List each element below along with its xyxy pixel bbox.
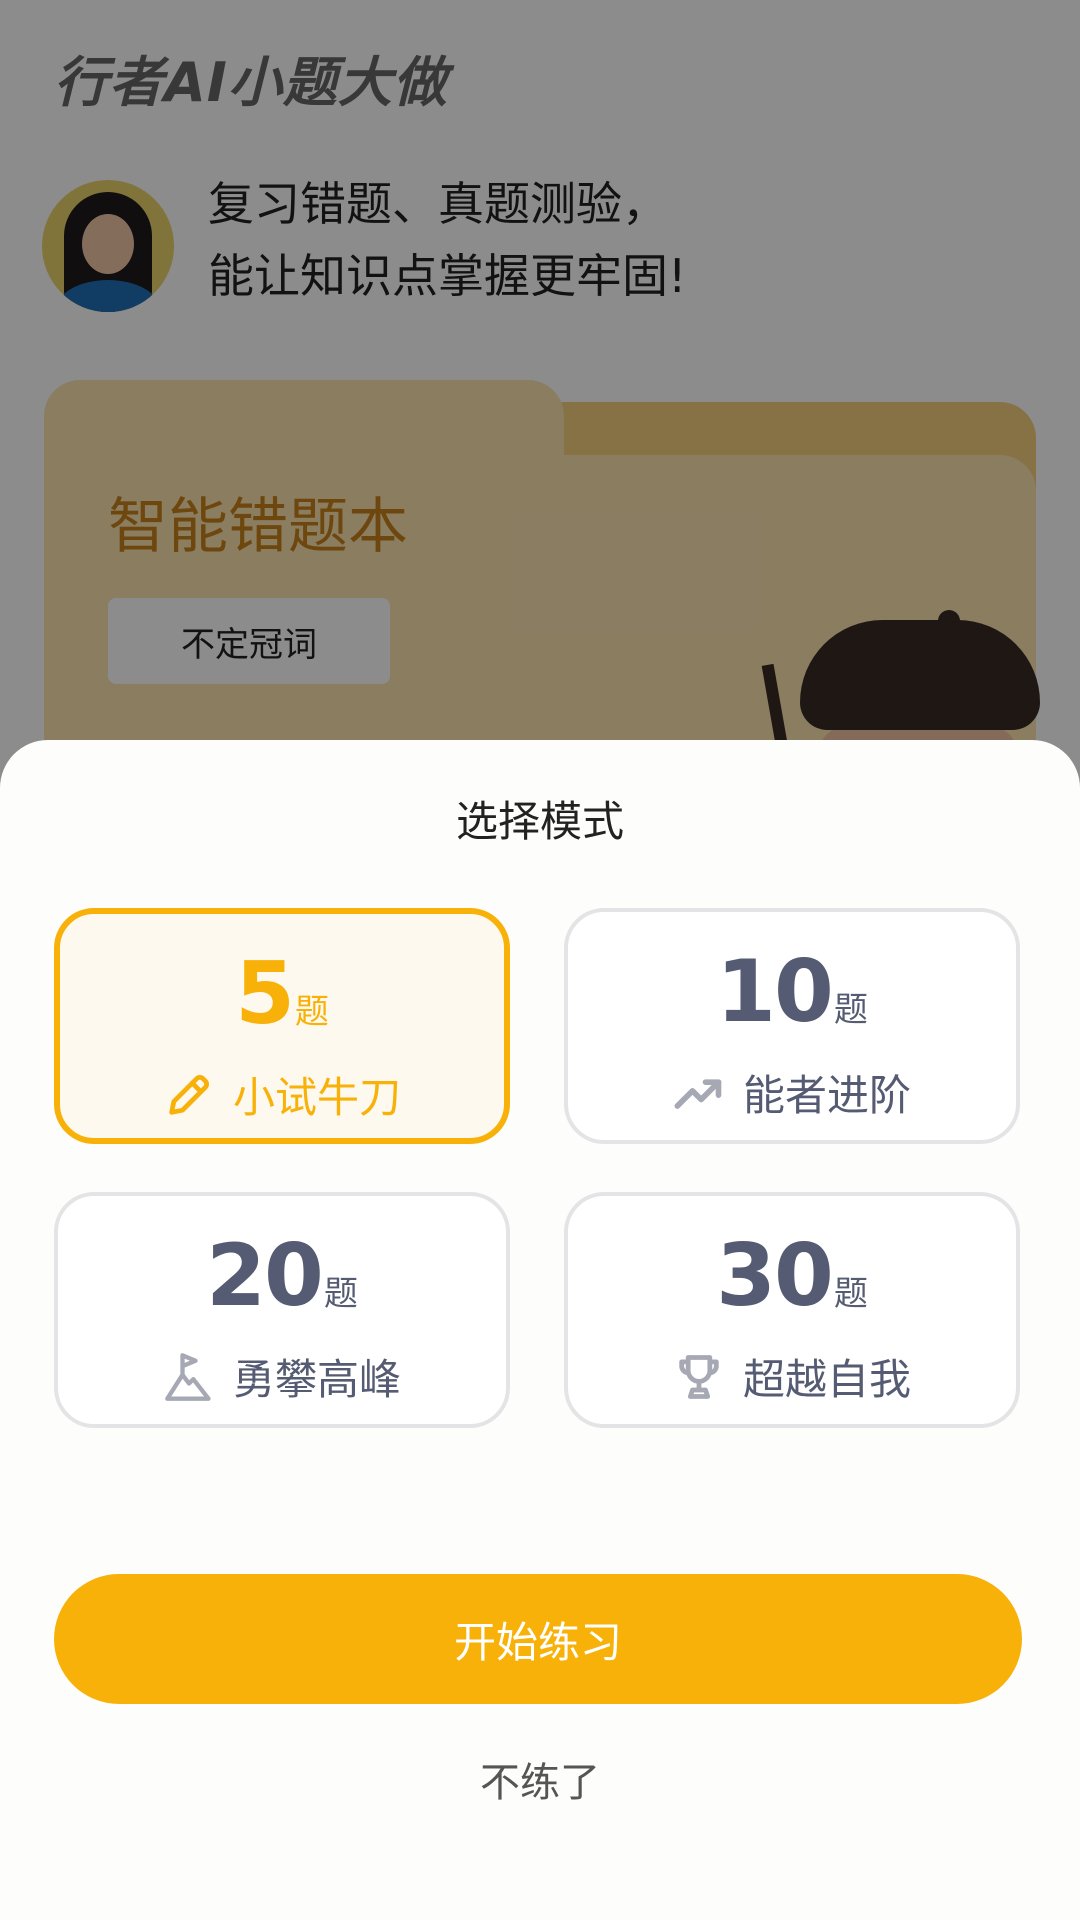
mode-card-5[interactable]: 5题 小试牛刀 xyxy=(54,908,510,1144)
start-practice-button[interactable]: 开始练习 xyxy=(54,1574,1022,1704)
question-count: 10题 xyxy=(568,942,1016,1042)
question-count: 30题 xyxy=(568,1226,1016,1326)
mode-label: 小试牛刀 xyxy=(232,1073,401,1122)
mountain-flag-icon xyxy=(163,1351,215,1403)
count-unit: 题 xyxy=(323,1274,358,1314)
count-unit: 题 xyxy=(294,992,329,1032)
count-number: 20 xyxy=(206,1226,324,1326)
question-count: 5题 xyxy=(60,944,504,1044)
pencil-icon xyxy=(163,1069,215,1121)
count-unit: 题 xyxy=(833,990,868,1030)
mode-label: 能者进阶 xyxy=(742,1071,911,1120)
count-number: 30 xyxy=(716,1226,834,1326)
trophy-icon xyxy=(673,1351,725,1403)
count-unit: 题 xyxy=(833,1274,868,1314)
count-number: 5 xyxy=(235,944,295,1044)
quit-practice-link[interactable]: 不练了 xyxy=(0,1750,1080,1808)
mode-card-10[interactable]: 10题 能者进阶 xyxy=(564,908,1020,1144)
mode-card-30[interactable]: 30题 超越自我 xyxy=(564,1192,1020,1428)
sheet-title: 选择模式 xyxy=(455,797,624,846)
mode-select-sheet: 选择模式 5题 小试牛刀 10题 能者进阶 20题 勇攀高峰 30题 超越自我 … xyxy=(0,740,1080,1920)
mode-card-20[interactable]: 20题 勇攀高峰 xyxy=(54,1192,510,1428)
mode-label: 超越自我 xyxy=(742,1355,911,1404)
question-count: 20题 xyxy=(58,1226,506,1326)
trend-up-icon xyxy=(673,1067,725,1119)
mode-label: 勇攀高峰 xyxy=(232,1355,401,1404)
count-number: 10 xyxy=(716,942,834,1042)
